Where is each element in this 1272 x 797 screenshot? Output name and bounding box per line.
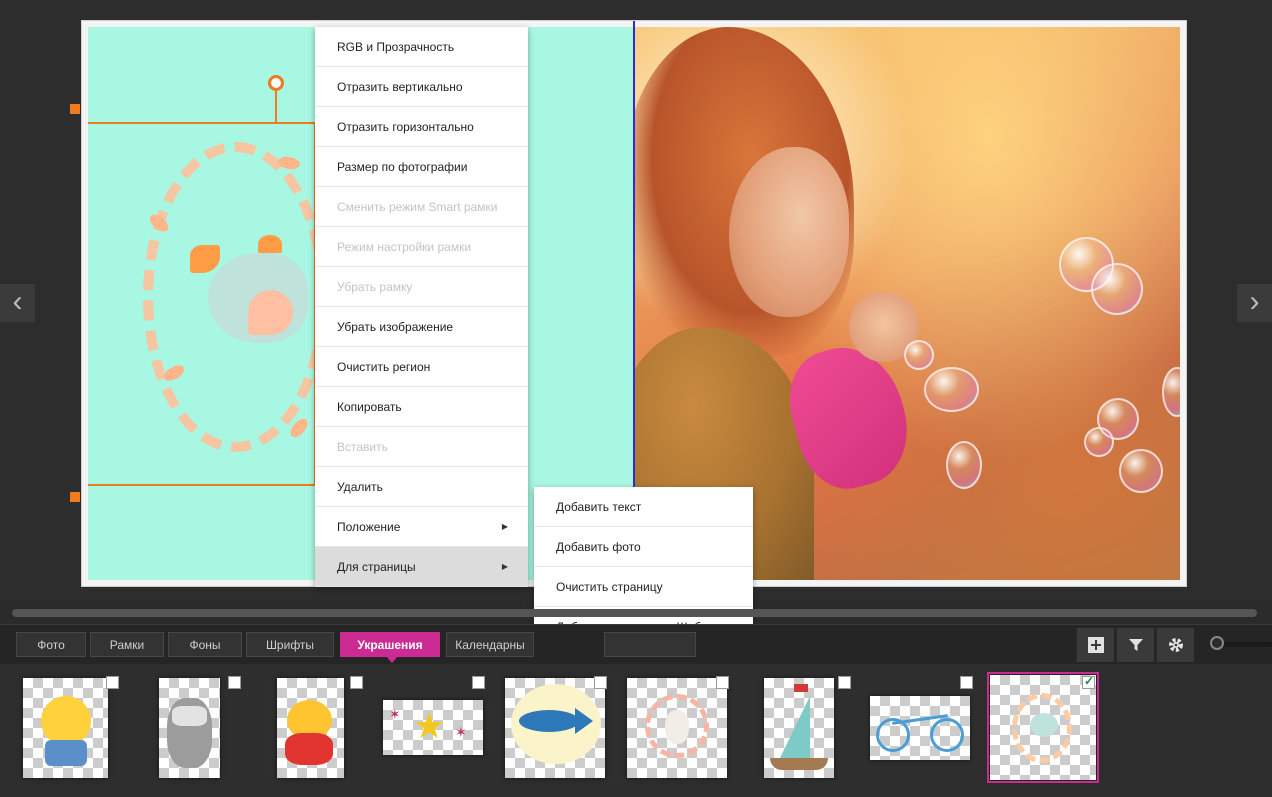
context-menu-item[interactable]: Отразить вертикально: [315, 67, 528, 107]
context-menu-item-label: Убрать рамку: [337, 280, 413, 294]
context-menu: RGB и Прозрачность Отразить вертикально От…: [315, 27, 528, 587]
tab-calendars[interactable]: Календарны: [446, 632, 534, 657]
sticker-sail: [780, 696, 810, 758]
context-menu-item-label: Режим настройки рамки: [337, 240, 472, 254]
thumbnail-bird-wreath[interactable]: [987, 672, 1099, 783]
sticker-fish-tail: [575, 708, 593, 734]
bubble: [946, 441, 982, 489]
page-submenu: Добавить текст Добавить фото Очистить стра…: [534, 487, 753, 647]
sticker-chick-pants: [45, 740, 87, 766]
next-page-arrow-icon[interactable]: ›: [1237, 284, 1272, 322]
context-menu-item-label: Отразить вертикально: [337, 80, 463, 94]
bubble: [1084, 427, 1114, 457]
editor-canvas: ‹ › RGB и Прозрачность Отразить вертикал…: [0, 0, 1272, 647]
thumbnail-checkbox-checked[interactable]: [1082, 674, 1095, 689]
photo-girl-face: [729, 147, 849, 317]
sticker-star-icon: ★: [413, 705, 446, 746]
context-menu-item: Сменить режим Smart рамки: [315, 187, 528, 227]
context-menu-item: Убрать рамку: [315, 267, 528, 307]
sticker-bunny: [665, 710, 689, 744]
thumbnail-checkbox[interactable]: [228, 676, 241, 689]
context-menu-item[interactable]: Размер по фотографии: [315, 147, 528, 187]
tab-frames[interactable]: Рамки: [90, 632, 164, 657]
context-menu-item[interactable]: RGB и Прозрачность: [315, 27, 528, 67]
context-menu-item-label: Для страницы: [337, 560, 416, 574]
thumbnail-fish[interactable]: [505, 678, 605, 778]
zoom-slider-knob[interactable]: [1210, 636, 1224, 650]
context-menu-item[interactable]: Отразить горизонтально: [315, 107, 528, 147]
rotation-line: [275, 91, 277, 122]
prev-page-arrow-icon[interactable]: ‹: [0, 284, 35, 322]
thumbnail-checkbox[interactable]: [960, 676, 973, 689]
context-menu-item-label: Сменить режим Smart рамки: [337, 200, 498, 214]
context-menu-item[interactable]: Для страницы ▶: [315, 547, 528, 587]
context-menu-item[interactable]: Очистить регион: [315, 347, 528, 387]
thumbnail-sailboat[interactable]: [764, 678, 834, 778]
context-menu-item-label: Очистить регион: [337, 360, 431, 374]
thumbnail-owl[interactable]: [159, 678, 220, 778]
sticker-chick-body: [41, 696, 91, 746]
submenu-item[interactable]: Очистить страницу: [534, 567, 753, 607]
resize-handle-bottom-left[interactable]: [70, 492, 80, 502]
thumbnail-checkbox[interactable]: [838, 676, 851, 689]
context-menu-item-label: Вставить: [337, 440, 388, 454]
context-menu-item-label: Отразить горизонтально: [337, 120, 474, 134]
decorations-strip: ★ ✶ ✶: [0, 664, 1272, 797]
context-menu-item[interactable]: Убрать изображение: [315, 307, 528, 347]
sticker-fish-body: [519, 710, 579, 732]
thumbnail-rooster[interactable]: [277, 678, 344, 778]
context-menu-item: Вставить: [315, 427, 528, 467]
sticker-rooster-body: [285, 733, 333, 765]
sticker-boat-hull: [770, 758, 828, 770]
sticker-bike-wheel: [930, 718, 964, 752]
thumbnail-chick[interactable]: [23, 678, 108, 778]
context-menu-item[interactable]: Положение ▶: [315, 507, 528, 547]
thumbnail-checkbox[interactable]: [594, 676, 607, 689]
thumbnail-checkbox[interactable]: [472, 676, 485, 689]
context-menu-item-label: RGB и Прозрачность: [337, 40, 455, 54]
sticker-bird: [1030, 713, 1058, 737]
tab-fonts[interactable]: Шрифты: [246, 632, 334, 657]
selection-frame[interactable]: [88, 122, 316, 486]
thumbnail-bunny-wreath[interactable]: [627, 678, 727, 778]
thumbnail-bicycle[interactable]: [870, 696, 970, 760]
context-menu-item: Режим настройки рамки: [315, 227, 528, 267]
context-menu-item-label: Удалить: [337, 480, 383, 494]
add-icon[interactable]: [1076, 628, 1114, 662]
gear-icon[interactable]: [1156, 628, 1194, 662]
horizontal-scrollbar[interactable]: [12, 609, 1257, 617]
tab-more[interactable]: [604, 632, 696, 657]
context-menu-item-label: Положение: [337, 520, 401, 534]
panel-tab-bar: Фото Рамки Фоны Шрифты Украшения Календа…: [0, 624, 1272, 664]
bubble: [1091, 263, 1143, 315]
resize-handle-top-left[interactable]: [70, 104, 80, 114]
tab-decorations[interactable]: Украшения: [340, 632, 440, 663]
sticker-owl-face: [172, 706, 207, 726]
context-menu-item[interactable]: Копировать: [315, 387, 528, 427]
sticker-small-star-icon: ✶: [455, 724, 467, 740]
bubble: [924, 367, 979, 412]
thumbnail-checkbox[interactable]: [350, 676, 363, 689]
tab-backgrounds[interactable]: Фоны: [168, 632, 242, 657]
submenu-item[interactable]: Добавить текст: [534, 487, 753, 527]
bubble: [1162, 367, 1180, 417]
context-menu-item-label: Размер по фотографии: [337, 160, 468, 174]
bubble: [904, 340, 934, 370]
submenu-arrow-icon: ▶: [501, 562, 508, 571]
context-menu-item-label: Копировать: [337, 400, 402, 414]
tab-photo[interactable]: Фото: [16, 632, 86, 657]
sticker-flag: [794, 684, 808, 692]
rotate-handle-icon[interactable]: [268, 75, 284, 91]
submenu-item[interactable]: Добавить фото: [534, 527, 753, 567]
bubble: [1119, 449, 1163, 493]
submenu-arrow-icon: ▶: [501, 522, 508, 531]
sticker-small-star-icon: ✶: [389, 706, 401, 722]
thumbnail-stars[interactable]: ★ ✶ ✶: [383, 700, 483, 755]
thumbnail-checkbox[interactable]: [106, 676, 119, 689]
context-menu-item-label: Убрать изображение: [337, 320, 454, 334]
thumbnail-checkbox[interactable]: [716, 676, 729, 689]
filter-icon[interactable]: [1116, 628, 1154, 662]
context-menu-item[interactable]: Удалить: [315, 467, 528, 507]
